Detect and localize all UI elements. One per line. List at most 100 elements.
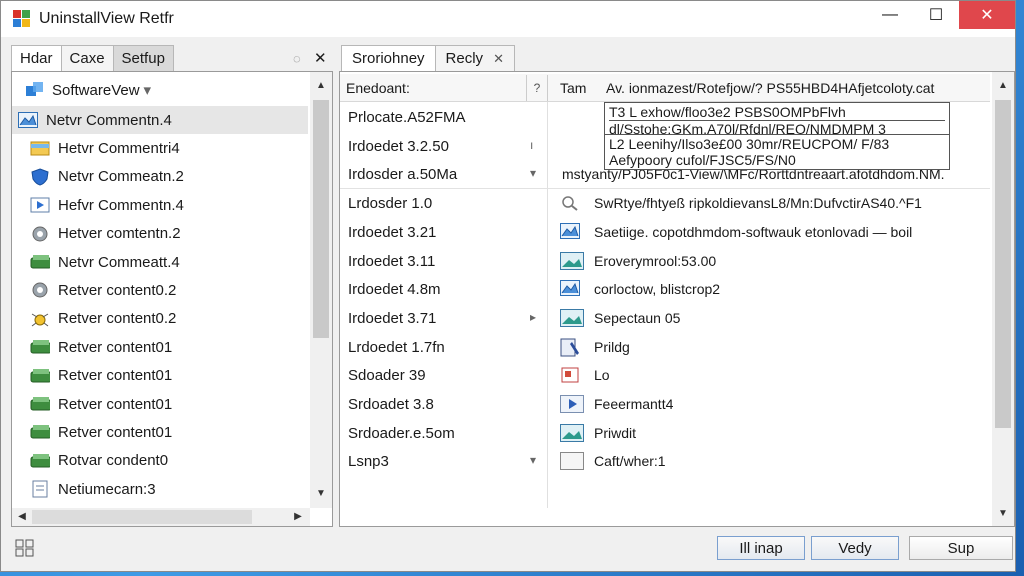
landscape-icon: [560, 423, 584, 445]
package-icon: [30, 395, 50, 413]
button-ill-inap[interactable]: Ill inap: [717, 536, 805, 560]
scroll-down-icon[interactable]: ▼: [995, 508, 1011, 519]
column-header-name[interactable]: Enedoant:: [346, 80, 410, 96]
grid-icon[interactable]: [15, 539, 35, 557]
tab-setfup[interactable]: Setfup: [112, 45, 174, 71]
table-row[interactable]: Srdoadet 3.8 Feeermantt4: [340, 391, 990, 419]
landscape-icon: [560, 251, 584, 273]
software-icon: [26, 82, 43, 96]
table-row[interactable]: Irdoedet 4.8m corloctow, blistcrop2: [340, 276, 990, 304]
list-item-label: Hetver comtentn.2: [58, 225, 181, 243]
list-item[interactable]: Retver content01: [12, 333, 308, 361]
document-icon: [30, 480, 50, 498]
path-tooltip: L2 Leenihy/Ilso3e£00 30mr/REUCPOM/ F/83 A…: [604, 134, 950, 170]
list-item[interactable]: Netvr Commeatt.4: [12, 248, 308, 276]
list-item[interactable]: Retver content01: [12, 362, 308, 390]
button-vedy[interactable]: Vedy: [811, 536, 899, 560]
row-marker-icon[interactable]: ▾: [530, 453, 536, 467]
list-item-label: Netiumecarn:3: [58, 480, 156, 498]
chart-icon: [18, 111, 38, 129]
table-cell-description: Feeermantt4: [594, 396, 674, 412]
list-item-label: Hefvr Commentn.4: [58, 196, 184, 214]
column-header-path[interactable]: Av. ionmazest/Rotefjow/? PS55HBD4HAfjetc…: [606, 80, 934, 96]
list-item-label: Retver content0.2: [58, 310, 177, 328]
scroll-left-icon[interactable]: ◀: [14, 511, 30, 522]
list-item[interactable]: Netiumecarn:3: [12, 475, 308, 503]
table-row[interactable]: Irdoedet 3.11 Eroverymrool:53.00: [340, 248, 990, 276]
table-row[interactable]: Lsnp3 ▾ Caft/wher:1: [340, 448, 990, 476]
package-icon: [30, 367, 50, 385]
shield-icon: [30, 168, 50, 186]
tab-recly[interactable]: Recly ✕: [434, 45, 515, 71]
close-tab-icon[interactable]: ✕: [493, 51, 504, 67]
list-item-label: Netvr Commeatt.4: [58, 253, 180, 271]
close-pane-icon[interactable]: ✕: [314, 49, 327, 67]
tab-hdar[interactable]: Hdar: [11, 45, 62, 71]
tab-label: Hdar: [20, 50, 53, 67]
row-marker-icon[interactable]: ı: [530, 138, 533, 152]
table-cell-description: Eroverymrool:53.00: [594, 252, 717, 269]
maximize-button[interactable]: ☐: [913, 1, 959, 29]
column-header-tam[interactable]: Tam: [560, 80, 586, 96]
tooltip-line: T3 L exhow/floo3e2 PSBS0OMPbFlvh: [609, 104, 846, 120]
table-row[interactable]: Srdoader.e.5om Priwdit: [340, 420, 990, 448]
table-row[interactable]: Lrdosder 1.0 SwRtye/fhtyeß ripkoldievansL…: [340, 190, 990, 218]
table-cell-name: Prlocate.A52FMA: [348, 109, 466, 126]
left-tab-strip: Hdar Caxe Setfup: [11, 45, 174, 71]
scroll-up-icon[interactable]: ▲: [995, 80, 1011, 91]
hscroll-thumb[interactable]: [32, 510, 252, 524]
list-item[interactable]: Retver content01: [12, 390, 308, 418]
close-button[interactable]: ✕: [959, 1, 1015, 29]
tab-label: Setfup: [121, 50, 165, 67]
table-cell-name: Sdoader 39: [348, 367, 426, 385]
list-item-label: Retver content01: [58, 338, 173, 356]
minimize-button[interactable]: —: [867, 1, 913, 29]
table-cell-description: Caft/wher:1: [594, 453, 666, 470]
list-item[interactable]: Hefvr Commentn.4: [12, 191, 308, 219]
list-item[interactable]: Netvr Commentn.4: [12, 106, 308, 134]
table-row[interactable]: Irdoedet 3.71 ▸ Sepectaun 05: [340, 305, 990, 333]
scroll-thumb[interactable]: [995, 100, 1011, 428]
software-dropdown[interactable]: SoftwareVew ▾: [24, 80, 151, 100]
list-item[interactable]: Netvr Commeatn.2: [12, 163, 308, 191]
table-cell-description: corloctow, blistcrop2: [594, 281, 721, 298]
button-sup[interactable]: Sup: [909, 536, 1013, 560]
title-bar: UninstallView Retfr — ☐ ✕: [1, 1, 1015, 37]
scroll-thumb[interactable]: [313, 100, 329, 338]
tab-sroriohney[interactable]: Sroriohney: [341, 45, 436, 71]
pin-icon[interactable]: ◌: [293, 51, 301, 66]
list-item-label: Hetvr Commentri4: [58, 139, 180, 157]
left-vertical-scrollbar[interactable]: ▲ ▼: [310, 72, 332, 508]
left-pane: SoftwareVew ▾ Netvr Commentn.4 Hetvr Comm…: [11, 71, 333, 527]
table-cell-description: Sepectaun 05: [594, 309, 681, 326]
table-row[interactable]: Sdoader 39 Lo: [340, 362, 990, 390]
table-cell-name: Lsnp3: [348, 453, 389, 471]
list-item[interactable]: Retver content01: [12, 418, 308, 446]
scroll-down-icon[interactable]: ▼: [313, 488, 329, 499]
table-header: Enedoant: ? Tam Av. ionmazest/Rotefjow/?…: [340, 74, 990, 102]
list-item[interactable]: Hetver comtentn.2: [12, 220, 308, 248]
list-item[interactable]: Hetvr Commentri4: [12, 134, 308, 162]
tooltip-line: L2 Leenihy/Ilso3e£00 30mr/REUCPOM/ F/83: [609, 136, 890, 152]
tab-caxe[interactable]: Caxe: [60, 45, 114, 71]
left-horizontal-scrollbar[interactable]: ◀ ▶: [12, 508, 310, 526]
row-marker-icon[interactable]: ▸: [530, 310, 536, 324]
scroll-right-icon[interactable]: ▶: [290, 511, 306, 522]
table-cell-name: Irdoedet 3.2.50: [348, 137, 449, 155]
play-icon: [560, 395, 584, 416]
list-item[interactable]: Retver content0.2: [12, 276, 308, 304]
list-item[interactable]: Retver content0.2: [12, 305, 308, 333]
table-cell-description: Lo: [594, 367, 610, 384]
table-cell-name: Irdoedet 3.71: [348, 309, 437, 327]
table-row[interactable]: Lrdoedet 1.7fn Prildg: [340, 334, 990, 362]
scroll-up-icon[interactable]: ▲: [313, 80, 329, 91]
column-header-mark[interactable]: ?: [526, 74, 548, 101]
right-vertical-scrollbar[interactable]: ▲ ▼: [992, 72, 1014, 526]
app-logo-icon: [13, 10, 31, 28]
gear-icon: [30, 281, 50, 299]
list-item[interactable]: Rotvar condent0: [12, 447, 308, 475]
table-row[interactable]: Irdoedet 3.21 Saetiige. copotdhmdom-softw…: [340, 219, 990, 247]
list-item-label: Retver content01: [58, 423, 173, 441]
row-marker-icon[interactable]: ▾: [530, 166, 536, 180]
package-icon: [30, 253, 50, 271]
